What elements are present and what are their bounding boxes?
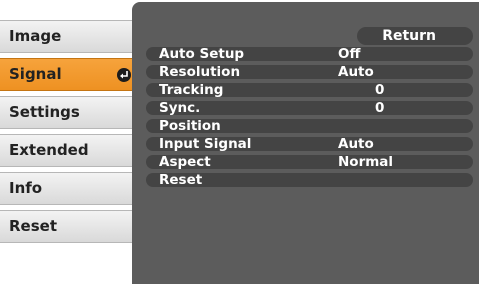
setting-value: Auto: [338, 136, 374, 152]
setting-label: Sync.: [159, 100, 201, 116]
setting-value: Off: [338, 46, 361, 62]
setting-label: Tracking: [159, 82, 224, 98]
setting-row-resolution[interactable]: Resolution Auto: [146, 65, 473, 79]
setting-label: Position: [159, 118, 221, 134]
menu-item-label: Info: [9, 179, 43, 197]
setting-row-position[interactable]: Position: [146, 119, 473, 133]
setting-value: Normal: [338, 154, 394, 170]
setting-row-input-signal[interactable]: Input Signal Auto: [146, 137, 473, 151]
menu-item-label: Image: [9, 27, 62, 45]
menu-item-label: Reset: [9, 217, 57, 235]
setting-label: Aspect: [159, 154, 211, 170]
setting-label: Auto Setup: [159, 46, 245, 62]
setting-value: 0: [375, 100, 385, 116]
menu-item-label: Settings: [9, 103, 80, 121]
menu-item-info[interactable]: Info: [0, 172, 138, 205]
menu-item-image[interactable]: Image: [0, 20, 138, 53]
setting-row-reset[interactable]: Reset: [146, 173, 473, 187]
setting-label: Reset: [159, 172, 203, 188]
menu-item-signal[interactable]: Signal: [0, 58, 138, 91]
projector-menu-screen: Image Signal Settings Extended Info Rese…: [0, 0, 479, 284]
setting-row-auto-setup[interactable]: Auto Setup Off: [146, 47, 473, 61]
menu-item-label: Extended: [9, 141, 89, 159]
setting-label: Resolution: [159, 64, 241, 80]
return-button[interactable]: Return: [357, 27, 473, 45]
enter-icon: [117, 68, 131, 82]
setting-row-tracking[interactable]: Tracking 0: [146, 83, 473, 97]
setting-value: 0: [375, 82, 385, 98]
menu-item-label: Signal: [9, 65, 62, 83]
menu-item-settings[interactable]: Settings: [0, 96, 138, 129]
setting-row-sync[interactable]: Sync. 0: [146, 101, 473, 115]
main-menu: Image Signal Settings Extended Info Rese…: [0, 0, 140, 284]
setting-value: Auto: [338, 64, 374, 80]
setting-label: Input Signal: [159, 136, 252, 152]
setting-row-aspect[interactable]: Aspect Normal: [146, 155, 473, 169]
submenu-panel: Return Auto Setup Off Resolution Auto Tr…: [132, 2, 479, 284]
menu-item-extended[interactable]: Extended: [0, 134, 138, 167]
menu-item-reset[interactable]: Reset: [0, 210, 138, 243]
